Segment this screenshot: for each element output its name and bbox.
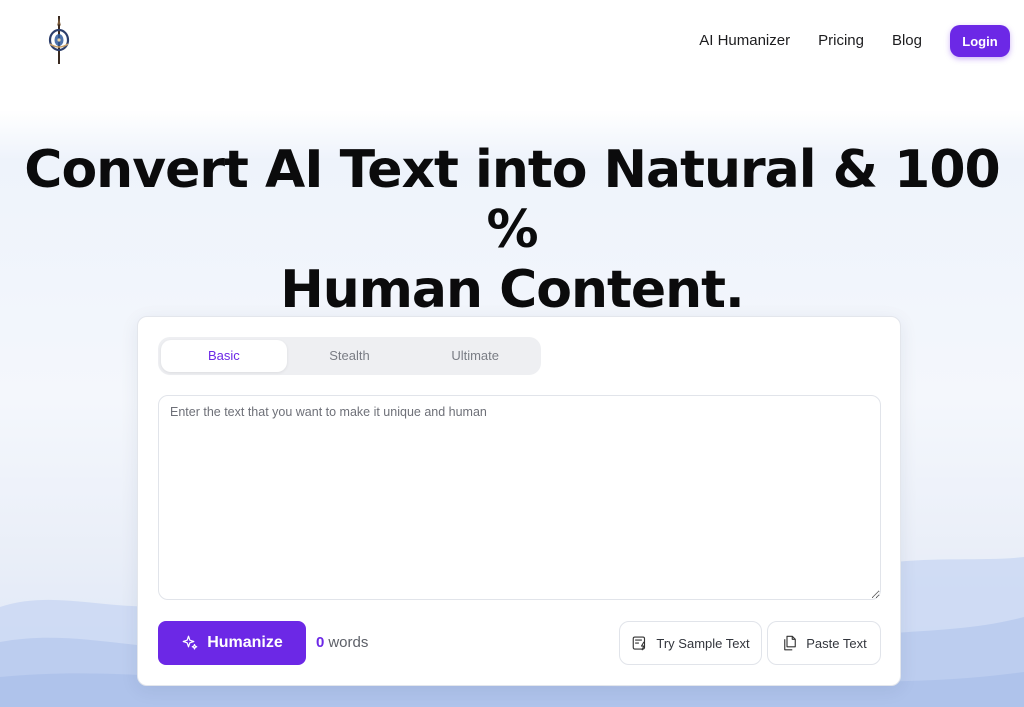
nav-link-blog[interactable]: Blog	[892, 24, 922, 58]
try-sample-text-button[interactable]: Try Sample Text	[619, 621, 762, 665]
word-counter: 0 words	[316, 621, 368, 665]
nav-link-ai-humanizer[interactable]: AI Humanizer	[699, 24, 790, 58]
mode-tabs: Basic Stealth Ultimate	[158, 337, 541, 375]
document-lightning-icon	[633, 636, 646, 651]
sparkles-icon	[182, 635, 198, 650]
paste-text-label: Paste Text	[806, 635, 867, 651]
tab-ultimate[interactable]: Ultimate	[412, 340, 538, 372]
text-input[interactable]	[158, 395, 881, 600]
paste-text-button[interactable]: Paste Text	[767, 621, 881, 665]
word-count-unit: words	[328, 634, 369, 651]
login-button[interactable]: Login	[950, 25, 1010, 57]
site-header: AI Humanizer Pricing Blog Login	[0, 0, 1024, 82]
tab-stealth[interactable]: Stealth	[287, 340, 413, 372]
humanizer-card: Basic Stealth Ultimate Humanize 0words T…	[137, 316, 901, 686]
tab-basic[interactable]: Basic	[161, 340, 287, 372]
nav-link-pricing[interactable]: Pricing	[818, 24, 864, 58]
try-sample-text-label: Try Sample Text	[656, 635, 750, 651]
humanize-button[interactable]: Humanize	[158, 621, 306, 665]
main-nav: AI Humanizer Pricing Blog Login	[699, 24, 1010, 58]
hero-title: Convert AI Text into Natural & 100 % Hum…	[0, 140, 1024, 320]
copy-icon	[784, 635, 797, 651]
humanize-button-label: Humanize	[207, 634, 283, 651]
hero-title-line-2: Human Content.	[280, 260, 745, 320]
compass-pen-logo-icon[interactable]	[44, 14, 74, 66]
word-count-value: 0	[316, 634, 325, 651]
hero-title-line-1: Convert AI Text into Natural & 100 %	[24, 140, 1000, 260]
